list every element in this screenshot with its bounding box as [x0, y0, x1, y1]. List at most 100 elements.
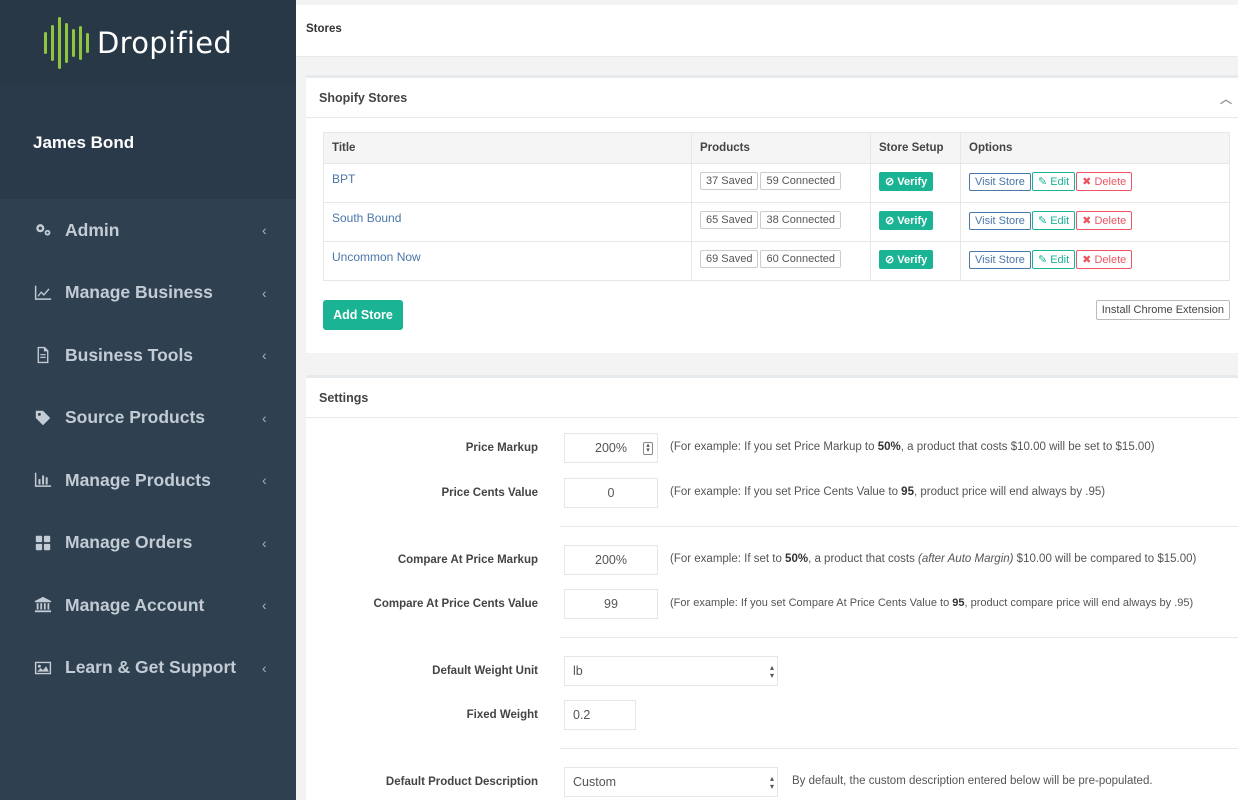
tag-icon: [33, 409, 53, 427]
line-chart-icon: [33, 284, 53, 302]
price-cents-label: Price Cents Value: [441, 487, 538, 499]
user-name: James Bond: [33, 133, 135, 152]
sidebar-item-label: Manage Business: [65, 282, 213, 303]
page-header: Stores: [296, 5, 1238, 57]
divider: [560, 526, 1238, 527]
divider: [560, 637, 1238, 638]
product-description-label: Default Product Description: [385, 776, 538, 788]
product-description-select[interactable]: Custom ▴ ▾: [564, 767, 778, 797]
logo-waveform-icon: [44, 16, 89, 69]
sidebar-nav: Admin ‹ Manage Business ‹ Business Tools…: [0, 199, 296, 699]
gears-icon: [33, 221, 53, 239]
price-markup-input[interactable]: 200% ▴ ▾: [564, 433, 658, 463]
table-row: BPT 37 Saved 59 Connected ⊘ Verify Visit …: [323, 163, 1230, 203]
grid-icon: [33, 534, 53, 552]
store-title-link[interactable]: BPT: [332, 172, 355, 186]
chevron-left-icon: ‹: [262, 409, 267, 426]
sidebar-item-label: Business Tools: [65, 344, 194, 365]
saved-count-badge[interactable]: 65 Saved: [700, 211, 759, 229]
sidebar-item-label: Manage Orders: [65, 532, 193, 553]
chevron-left-icon: ‹: [262, 222, 267, 239]
verify-button[interactable]: ⊘ Verify: [879, 172, 934, 191]
saved-count-badge[interactable]: 37 Saved: [700, 172, 759, 190]
delete-button[interactable]: ✖ Delete: [1076, 172, 1133, 191]
sidebar-item-manage-account[interactable]: Manage Account ‹: [0, 574, 296, 637]
column-header: Options: [960, 132, 1230, 164]
image-icon: [33, 659, 53, 677]
chevron-up-icon[interactable]: ︿: [1220, 90, 1232, 107]
add-store-button[interactable]: Add Store: [323, 300, 403, 330]
price-markup-help: (For example: If you set Price Markup to…: [670, 441, 1155, 453]
delete-button[interactable]: ✖ Delete: [1076, 250, 1133, 269]
compare-cents-help: (For example: If you set Compare At Pric…: [670, 597, 1194, 609]
store-title-link[interactable]: Uncommon Now: [332, 250, 421, 264]
visit-store-button[interactable]: Visit Store: [969, 173, 1031, 191]
number-spinner-icon[interactable]: ▴ ▾: [643, 442, 653, 455]
sidebar-item-business-tools[interactable]: Business Tools ‹: [0, 324, 296, 387]
sidebar-item-admin[interactable]: Admin ‹: [0, 199, 296, 262]
chevron-left-icon: ‹: [262, 472, 267, 489]
sidebar-item-label: Source Products: [65, 407, 206, 428]
weight-unit-select[interactable]: lb ▴ ▾: [564, 656, 778, 686]
install-chrome-extension-button[interactable]: Install Chrome Extension: [1095, 300, 1230, 320]
edit-button[interactable]: ✎ Edit: [1031, 172, 1076, 191]
price-cents-input[interactable]: 0: [564, 478, 658, 508]
logo[interactable]: Dropified: [0, 0, 296, 85]
page-title: Stores: [306, 23, 342, 35]
sidebar-item-source-products[interactable]: Source Products ‹: [0, 387, 296, 450]
settings-panel: Settings Price Markup 200% ▴ ▾ (For examp…: [306, 375, 1238, 800]
sidebar-item-label: Manage Products: [65, 469, 211, 490]
compare-markup-help: (For example: If set to 50%, a product t…: [670, 553, 1197, 565]
compare-cents-label: Compare At Price Cents Value: [373, 598, 538, 610]
compare-markup-label: Compare At Price Markup: [397, 554, 538, 566]
sidebar-item-label: Admin: [65, 219, 120, 240]
input-value: 99: [604, 597, 618, 611]
divider: [560, 748, 1238, 749]
chevron-left-icon: ‹: [262, 284, 267, 301]
saved-count-badge[interactable]: 69 Saved: [700, 250, 759, 268]
chevron-left-icon: ‹: [262, 597, 267, 614]
compare-markup-input[interactable]: 200%: [564, 545, 658, 575]
column-header: Title: [323, 132, 692, 164]
column-header: Products: [691, 132, 871, 164]
visit-store-button[interactable]: Visit Store: [969, 212, 1031, 230]
table-row: Uncommon Now 69 Saved 60 Connected ⊘ Veri…: [323, 241, 1230, 281]
compare-cents-input[interactable]: 99: [564, 589, 658, 619]
fixed-weight-input[interactable]: 0.2: [564, 700, 636, 730]
sidebar-item-manage-orders[interactable]: Manage Orders ‹: [0, 512, 296, 575]
verify-button[interactable]: ⊘ Verify: [879, 211, 934, 230]
panel-title-text: Shopify Stores: [319, 91, 408, 105]
shopify-stores-panel: Shopify Stores ︿ Title Products Store Se…: [306, 75, 1238, 353]
select-value: Custom: [573, 775, 617, 789]
column-header: Store Setup: [870, 132, 961, 164]
connected-count-badge[interactable]: 38 Connected: [760, 211, 841, 229]
panel-title: Settings: [306, 378, 1238, 418]
price-cents-help: (For example: If you set Price Cents Val…: [670, 486, 1106, 498]
sidebar-item-manage-products[interactable]: Manage Products ‹: [0, 449, 296, 512]
fixed-weight-label: Fixed Weight: [466, 709, 538, 721]
sidebar-item-label: Learn & Get Support: [65, 657, 237, 678]
select-value: lb: [573, 664, 583, 678]
verify-button[interactable]: ⊘ Verify: [879, 250, 934, 269]
edit-button[interactable]: ✎ Edit: [1031, 211, 1076, 230]
panel-title: Shopify Stores ︿: [306, 78, 1238, 118]
store-title-link[interactable]: South Bound: [332, 211, 401, 225]
stores-table: Title Products Store Setup Options BPT 3…: [323, 132, 1230, 281]
weight-unit-label: Default Weight Unit: [432, 665, 538, 677]
delete-button[interactable]: ✖ Delete: [1076, 211, 1133, 230]
connected-count-badge[interactable]: 59 Connected: [760, 172, 841, 190]
sidebar-item-manage-business[interactable]: Manage Business ‹: [0, 262, 296, 325]
table-header-row: Title Products Store Setup Options: [323, 132, 1230, 164]
visit-store-button[interactable]: Visit Store: [969, 251, 1031, 269]
connected-count-badge[interactable]: 60 Connected: [760, 250, 841, 268]
select-arrows-icon: ▴ ▾: [769, 774, 774, 791]
user-profile[interactable]: James Bond: [0, 85, 296, 199]
price-markup-label: Price Markup: [465, 442, 538, 454]
sidebar-item-learn-support[interactable]: Learn & Get Support ‹: [0, 637, 296, 700]
bank-icon: [33, 596, 53, 614]
table-row: South Bound 65 Saved 38 Connected ⊘ Verif…: [323, 202, 1230, 242]
panel-title-text: Settings: [319, 391, 369, 405]
chevron-left-icon: ‹: [262, 534, 267, 551]
edit-button[interactable]: ✎ Edit: [1031, 250, 1076, 269]
chevron-left-icon: ‹: [262, 347, 267, 364]
